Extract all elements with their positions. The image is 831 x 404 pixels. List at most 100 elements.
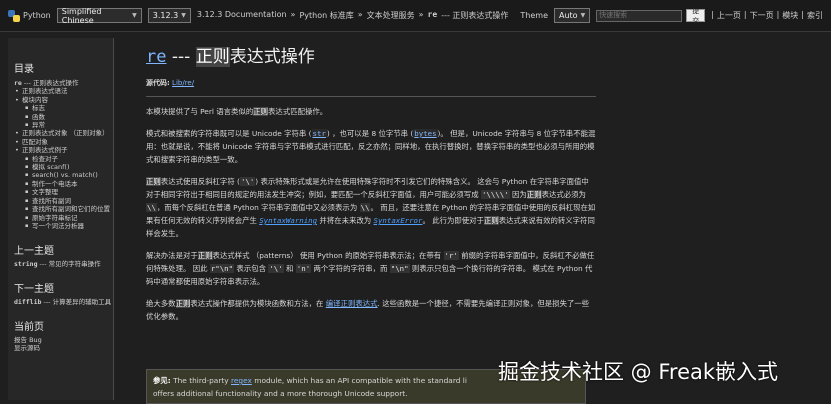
inline-code: 'r' (443, 251, 459, 260)
text-span: The third-party (170, 376, 231, 385)
compile-regex-link[interactable]: 编译正则表达式 (326, 299, 378, 308)
bytes-link[interactable]: bytes (413, 129, 438, 138)
see-also-label: 参见: (153, 376, 171, 385)
toc-item[interactable]: 制作一个电话本 (14, 180, 113, 189)
text-span: ) ，也可以是 8 位字节串 ( (326, 129, 414, 138)
show-source-link[interactable]: 显示源码 (14, 344, 113, 352)
page-title-highlight: 正则 (195, 47, 230, 67)
search-submit-button[interactable]: 提交 (686, 7, 706, 25)
nav-separator: | (711, 10, 714, 19)
inline-code: "\n" (389, 264, 410, 273)
text-span: 表达式操作都提供为模块函数和方法，在 (190, 299, 326, 308)
nav-separator: | (776, 10, 780, 19)
breadcrumb-stdlib[interactable]: Python 标准库 (299, 10, 353, 21)
toc-item[interactable]: 匹配对象 (14, 138, 113, 147)
search-highlight: 正则 (253, 107, 269, 116)
next-topic-link[interactable]: difflib --- 计算差异的辅助工具 (14, 298, 113, 306)
search-input[interactable] (596, 9, 683, 22)
breadcrumb-separator: » (357, 10, 363, 19)
main-content: re --- 正则表达式操作 源代码: Lib/re/ 本模块提供了与 Perl… (146, 40, 596, 332)
inline-code: \\ (146, 203, 157, 212)
nav-separator: | (801, 10, 804, 19)
next-topic-section: 下一主题 difflib --- 计算差异的辅助工具 (14, 280, 113, 306)
syntaxwarning-link[interactable]: SyntaxWarning (259, 216, 317, 225)
regex-module-link[interactable]: regex (231, 376, 252, 385)
toc-item[interactable]: 函数 (14, 113, 113, 122)
syntaxerror-link[interactable]: SyntaxError (374, 216, 423, 225)
toc-item-label: --- 正则表达式操作 (21, 79, 79, 87)
table-of-contents: re --- 正则表达式操作 正则表达式语法 模块内容 标志 函数 异常 正则表… (14, 79, 113, 231)
previous-topic-section: 上一主题 string --- 常见的字符串操作 (14, 242, 113, 268)
chevron-down-icon: ▼ (132, 12, 137, 19)
python-logo-icon (8, 9, 20, 22)
nav-modules-link[interactable]: 模块 (782, 10, 798, 21)
previous-topic-code: string (14, 260, 38, 269)
str-link[interactable]: str (311, 129, 327, 138)
page-nav-links: | 上一页 | 下一页 | 模块 | 索引 (711, 10, 823, 21)
toc-item[interactable]: search() vs. match() (14, 171, 113, 180)
toc-item[interactable]: 正则表达式对象 （正则对象） (14, 129, 113, 138)
toc-item[interactable]: 文字整理 (14, 188, 113, 197)
toc-item[interactable]: 正则表达式例子 (14, 146, 113, 155)
nav-previous-link[interactable]: 上一页 (717, 10, 741, 21)
text-span: 表达式匹配操作。 (268, 107, 328, 116)
text-span: ，而每个反斜杠在普通 Python 字符串字面值中又必须表示为 (156, 203, 360, 212)
toc-item[interactable]: 原始字符串标记 (14, 214, 113, 223)
breadcrumb-docs[interactable]: 3.12.3 Documentation (197, 10, 287, 21)
divider (146, 96, 596, 97)
next-topic-title: 下一主题 (14, 284, 54, 296)
this-page-title: 当前页 (14, 322, 44, 334)
nav-index-link[interactable]: 索引 (807, 10, 823, 21)
source-code-link[interactable]: Lib/re/ (172, 79, 194, 87)
unicode-paragraph: 模式和被搜索的字符串既可以是 Unicode 字符串 (str) ，也可以是 8… (146, 127, 596, 166)
inline-code: '\\\\' (480, 190, 510, 199)
nav-next-link[interactable]: 下一页 (750, 10, 774, 21)
text-span: offers additional functionality and a mo… (153, 389, 408, 398)
functions-paragraph: 绝大多数正则表达式操作都提供为模块函数和方法，在 编译正则表达式. 这些函数是一… (146, 297, 596, 323)
theme-select[interactable]: Auto ▼ (553, 8, 591, 23)
toc-item[interactable]: 正则表达式语法 (14, 87, 113, 96)
toc-item[interactable]: 模块内容 (14, 96, 113, 105)
toc-item[interactable]: 查找所有副词 (14, 197, 113, 206)
breadcrumb-separator: » (418, 10, 424, 19)
backslash-paragraph: 正则表达式使用反斜杠字符 ('\') 表示特殊形式或是允许在使用特殊字符时不引发… (146, 175, 596, 240)
text-span: 解决办法是对于 (146, 251, 198, 260)
text-span: 表达式使用反斜杠字符 ( (160, 177, 240, 186)
page-title-rest: 表达式操作 (229, 47, 315, 67)
breadcrumb-text-services[interactable]: 文本处理服务 (367, 10, 415, 21)
chevron-down-icon: ▼ (580, 12, 586, 19)
intro-paragraph: 本模块提供了与 Perl 语言类似的正则表达式匹配操作。 (146, 105, 596, 118)
inline-code: '\' (268, 264, 284, 273)
toc-item[interactable]: 模拟 scanf() (14, 163, 113, 172)
search-highlight: 正则 (146, 177, 161, 186)
breadcrumb: 3.12.3 Documentation » Python 标准库 » 文本处理… (197, 10, 509, 21)
toc-item[interactable]: 查找所有副词和它们的位置 (14, 205, 113, 214)
toc-item[interactable]: 写一个词法分析器 (14, 222, 113, 231)
search-highlight: 正则 (197, 251, 213, 260)
text-span: 本模块提供了与 Perl 语言类似的 (146, 107, 254, 116)
inline-code: \\ (359, 203, 371, 212)
previous-topic-link[interactable]: string --- 常见的字符串操作 (14, 260, 113, 268)
search-highlight: 正则 (526, 190, 542, 199)
text-span: 和 (283, 264, 296, 273)
breadcrumb-current-title: --- 正则表达式操作 (441, 11, 509, 20)
toc-item[interactable]: 检查对子 (14, 155, 113, 164)
next-topic-code: difflib (14, 298, 42, 307)
previous-topic-title: 上一主题 (14, 246, 54, 258)
raw-string-paragraph: 解决办法是对于正则表达式样式 （patterns） 使用 Python 的原始字… (146, 249, 596, 288)
version-select[interactable]: 3.12.3 ▼ (147, 8, 191, 23)
search-form: 提交 (596, 7, 706, 25)
language-select[interactable]: Simplified Chinese ▼ (56, 6, 142, 25)
python-logo[interactable]: Python (8, 9, 51, 22)
text-span: 表达式样式 （patterns） 使用 Python 的原始字符串表示法；在带有 (212, 251, 444, 260)
version-select-value: 3.12.3 (152, 11, 179, 20)
sidebar: 目录 re --- 正则表达式操作 正则表达式语法 模块内容 标志 函数 异常 … (8, 38, 114, 400)
nav-separator: | (743, 10, 747, 19)
toc-item[interactable]: 标志 (14, 104, 113, 113)
page-title: re --- 正则表达式操作 (146, 40, 596, 74)
search-highlight: 正则 (483, 216, 499, 225)
page-title-dash: --- (166, 47, 196, 67)
text-span: 模式和被搜索的字符串既可以是 Unicode 字符串 ( (146, 129, 312, 138)
language-select-value: Simplified Chinese (61, 6, 102, 25)
next-topic-text: --- 计算差异的辅助工具 (41, 298, 112, 307)
